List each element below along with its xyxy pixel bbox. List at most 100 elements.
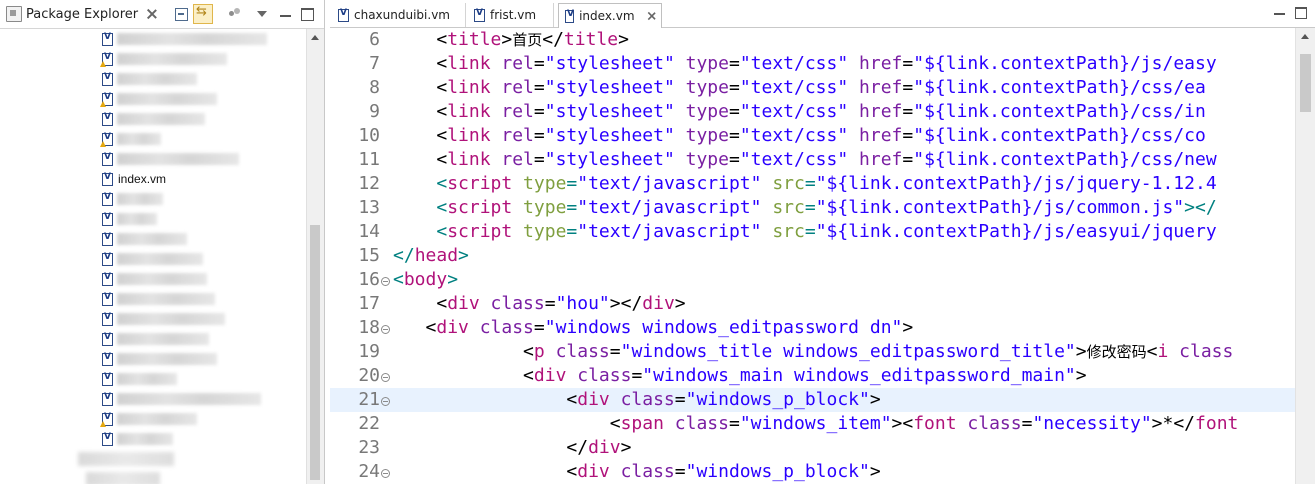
tree-item[interactable] [102, 269, 207, 289]
redacted-file-name [117, 193, 163, 205]
tab-label: index.vm [579, 9, 635, 23]
tree-item[interactable] [100, 89, 217, 109]
scrollbar-thumb[interactable] [1300, 54, 1311, 112]
editor-tab-bar: chaxunduibi.vm frist.vm index.vm [330, 0, 1315, 28]
redacted-file-name [117, 433, 173, 445]
line-number: 15 [358, 245, 380, 266]
code-line[interactable]: 18 <div class="windows windows_editpassw… [330, 316, 1296, 340]
redacted-file-name [117, 213, 157, 225]
code-text: <span class="windows_item"><font class="… [393, 413, 1239, 434]
velocity-file-icon [474, 8, 485, 22]
package-explorer-scrollbar[interactable] [306, 29, 324, 484]
redacted-file-name [117, 133, 161, 145]
tree-item[interactable] [102, 249, 203, 269]
line-number: 19 [358, 341, 380, 362]
tree-item[interactable] [102, 229, 187, 249]
code-line[interactable]: 20 <div class="windows_main windows_edit… [330, 364, 1296, 388]
minimize-icon[interactable] [1272, 6, 1286, 20]
tree-item[interactable] [102, 389, 261, 409]
tab-index-vm[interactable]: index.vm [558, 3, 662, 28]
line-number: 18 [358, 317, 380, 338]
tree-item[interactable] [102, 109, 205, 129]
scroll-up-arrow-icon[interactable] [311, 35, 319, 40]
code-line[interactable]: 23 </div> [330, 436, 1296, 460]
tree-item[interactable] [102, 189, 163, 209]
fold-collapse-icon[interactable] [381, 325, 390, 334]
code-line[interactable]: 24 <div class="windows_p_block"> [330, 460, 1296, 484]
tree-item-index-vm[interactable]: index.vm [102, 169, 166, 189]
redacted-file-name [117, 413, 197, 425]
code-line[interactable]: 12 <script type="text/javascript" src="$… [330, 172, 1296, 196]
collapse-all-icon[interactable] [171, 4, 191, 24]
redacted-file-name [117, 153, 239, 165]
tab-frist-vm[interactable]: frist.vm [468, 3, 554, 27]
package-explorer-tab[interactable]: Package Explorer [0, 0, 158, 28]
editor-scrollbar[interactable] [1295, 28, 1315, 484]
code-line[interactable]: 11 <link rel="stylesheet" type="text/css… [330, 148, 1296, 172]
redacted-file-name [117, 53, 227, 65]
code-text: <div class="windows windows_editpassword… [393, 317, 914, 338]
close-icon[interactable] [146, 8, 158, 20]
velocity-file-warning-icon [100, 132, 113, 147]
redacted-tree-item[interactable] [78, 452, 174, 466]
code-line[interactable]: 14 <script type="text/javascript" src="$… [330, 220, 1296, 244]
close-tab-icon[interactable] [646, 11, 654, 21]
tree-item[interactable] [102, 29, 267, 49]
code-line[interactable]: 22 <span class="windows_item"><font clas… [330, 412, 1296, 436]
code-line[interactable]: 13 <script type="text/javascript" src="$… [330, 196, 1296, 220]
tab-label: frist.vm [490, 8, 537, 22]
tree-item[interactable] [102, 69, 197, 89]
velocity-file-warning-icon [100, 412, 113, 427]
tree-item[interactable] [102, 149, 239, 169]
velocity-file-icon [102, 272, 113, 286]
tree-item[interactable] [102, 369, 177, 389]
focus-filter-icon[interactable] [225, 4, 245, 24]
code-text: <link rel="stylesheet" type="text/css" h… [393, 101, 1206, 122]
code-line[interactable]: 8 <link rel="stylesheet" type="text/css"… [330, 76, 1296, 100]
velocity-file-icon [338, 8, 349, 22]
link-with-editor-icon[interactable] [193, 4, 213, 24]
fold-collapse-icon[interactable] [381, 397, 390, 406]
code-line[interactable]: 17 <div class="hou"></div> [330, 292, 1296, 316]
code-editor[interactable]: 6 <title>首页</title> 7 <link rel="styleshe… [330, 28, 1296, 484]
line-number: 22 [358, 413, 380, 434]
scrollbar-thumb[interactable] [310, 225, 320, 480]
tree-item[interactable] [102, 429, 173, 449]
code-line[interactable]: 16 <body> [330, 268, 1296, 292]
code-line[interactable]: 21 <div class="windows_p_block"> [330, 388, 1296, 412]
redacted-file-name [117, 233, 187, 245]
code-text: <link rel="stylesheet" type="text/css" h… [393, 125, 1206, 146]
view-menu-icon[interactable] [253, 4, 273, 24]
redacted-file-name [117, 293, 215, 305]
fold-collapse-icon[interactable] [381, 373, 390, 382]
scroll-up-arrow-icon[interactable] [1301, 34, 1309, 39]
velocity-file-warning-icon [100, 92, 113, 107]
code-line[interactable]: 19 <p class="windows_title windows_editp… [330, 340, 1296, 364]
minimize-icon[interactable] [276, 4, 296, 24]
line-number: 8 [369, 77, 380, 98]
line-number: 14 [358, 221, 380, 242]
code-line[interactable]: 6 <title>首页</title> [330, 28, 1296, 52]
code-line[interactable]: 7 <link rel="stylesheet" type="text/css"… [330, 52, 1296, 76]
code-line[interactable]: 10 <link rel="stylesheet" type="text/css… [330, 124, 1296, 148]
code-text: <script type="text/javascript" src="${li… [393, 197, 1217, 218]
tree-item[interactable] [102, 329, 209, 349]
fold-collapse-icon[interactable] [381, 277, 390, 286]
tab-chaxunduibi-vm[interactable]: chaxunduibi.vm [332, 3, 466, 27]
code-line[interactable]: 9 <link rel="stylesheet" type="text/css"… [330, 100, 1296, 124]
tree-item[interactable] [102, 209, 157, 229]
tree-item[interactable] [100, 409, 197, 429]
redacted-tree-item[interactable] [86, 472, 160, 484]
tree-item[interactable] [102, 349, 217, 369]
maximize-icon[interactable] [298, 4, 318, 24]
tree-item[interactable] [102, 309, 225, 329]
code-text: <body> [393, 269, 459, 290]
tree-item[interactable] [102, 289, 215, 309]
velocity-file-warning-icon [100, 52, 113, 67]
fold-collapse-icon[interactable] [381, 469, 390, 478]
tree-item[interactable] [100, 49, 227, 69]
tree-item[interactable] [100, 129, 161, 149]
code-line[interactable]: 15 </head> [330, 244, 1296, 268]
maximize-icon[interactable] [1294, 6, 1308, 20]
code-text: <script type="text/javascript" src="${li… [393, 221, 1217, 242]
